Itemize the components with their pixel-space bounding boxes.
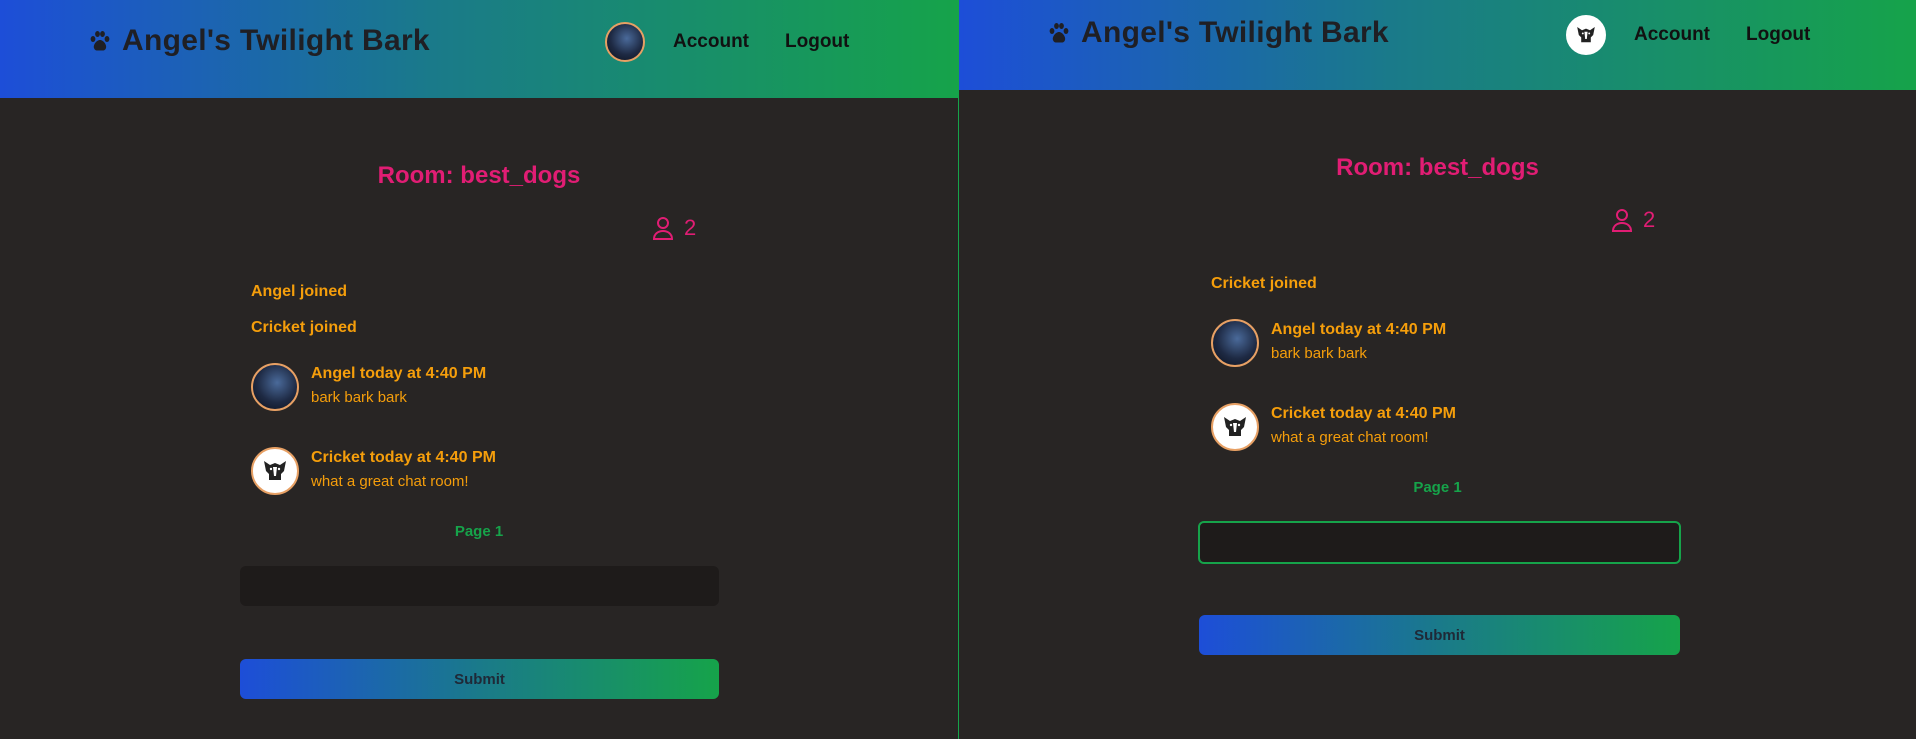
- logout-link[interactable]: Logout: [1746, 24, 1810, 46]
- page-indicator: Page 1: [454, 523, 504, 540]
- brand[interactable]: Angel's Twilight Bark: [88, 24, 430, 58]
- dog-icon: [264, 461, 286, 480]
- avatar: [251, 363, 299, 411]
- user-avatar[interactable]: [1566, 15, 1606, 55]
- navbar: Angel's Twilight Bark Account Logout: [0, 0, 958, 98]
- page-indicator: Page 1: [1413, 479, 1462, 496]
- right-browser-window: Angel's Twilight Bark Account Logout Roo…: [958, 0, 1916, 739]
- avatar: [1211, 403, 1259, 451]
- submit-button[interactable]: Submit: [240, 659, 719, 699]
- brand-title: Angel's Twilight Bark: [1081, 16, 1389, 49]
- brand-title: Angel's Twilight Bark: [122, 24, 430, 57]
- user-count-value: 2: [1643, 207, 1656, 232]
- message-header: Angel today at 4:40 PM: [1271, 321, 1447, 338]
- event-message: Angel joined: [251, 283, 347, 300]
- message-input[interactable]: [1198, 521, 1681, 564]
- event-message: Cricket joined: [251, 319, 357, 336]
- user-count-value: 2: [684, 215, 697, 240]
- avatar: [251, 447, 299, 495]
- nav-right: Account Logout: [605, 22, 885, 62]
- chat-message: Angel today at 4:40 PM bark bark bark: [1211, 319, 1446, 367]
- user-avatar[interactable]: [605, 22, 645, 62]
- message-header: Cricket today at 4:40 PM: [1271, 405, 1456, 422]
- room-title: Room: best_dogs: [1336, 154, 1539, 181]
- message-header: Cricket today at 4:40 PM: [311, 449, 496, 466]
- brand[interactable]: Angel's Twilight Bark: [1047, 16, 1389, 50]
- message-body: what a great chat room!: [1271, 429, 1429, 446]
- event-message: Cricket joined: [1211, 275, 1317, 292]
- navbar: Angel's Twilight Bark Account Logout: [959, 0, 1916, 90]
- account-link[interactable]: Account: [1634, 24, 1710, 46]
- account-link[interactable]: Account: [673, 31, 749, 53]
- user-count: 2: [1611, 207, 1655, 233]
- message-body: bark bark bark: [311, 389, 407, 406]
- left-browser-window: Angel's Twilight Bark Account Logout Roo…: [0, 0, 958, 739]
- user-count: 2: [652, 215, 696, 241]
- submit-button[interactable]: Submit: [1199, 615, 1680, 655]
- user-icon: [652, 217, 674, 240]
- avatar: [1211, 319, 1259, 367]
- room-title: Room: best_dogs: [377, 162, 581, 189]
- chat-message: Angel today at 4:40 PM bark bark bark: [251, 363, 486, 411]
- message-input[interactable]: [240, 566, 719, 606]
- dog-icon: [1224, 417, 1246, 436]
- dog-icon: [1577, 27, 1595, 43]
- nav-right: Account Logout: [1566, 15, 1846, 55]
- user-icon: [1611, 209, 1633, 232]
- message-body: bark bark bark: [1271, 345, 1367, 362]
- logout-link[interactable]: Logout: [785, 31, 849, 53]
- paw-icon: [90, 31, 110, 51]
- message-body: what a great chat room!: [311, 473, 469, 490]
- chat-message: Cricket today at 4:40 PM what a great ch…: [1211, 403, 1456, 451]
- paw-icon: [1049, 23, 1069, 43]
- chat-message: Cricket today at 4:40 PM what a great ch…: [251, 447, 496, 495]
- message-header: Angel today at 4:40 PM: [311, 365, 487, 382]
